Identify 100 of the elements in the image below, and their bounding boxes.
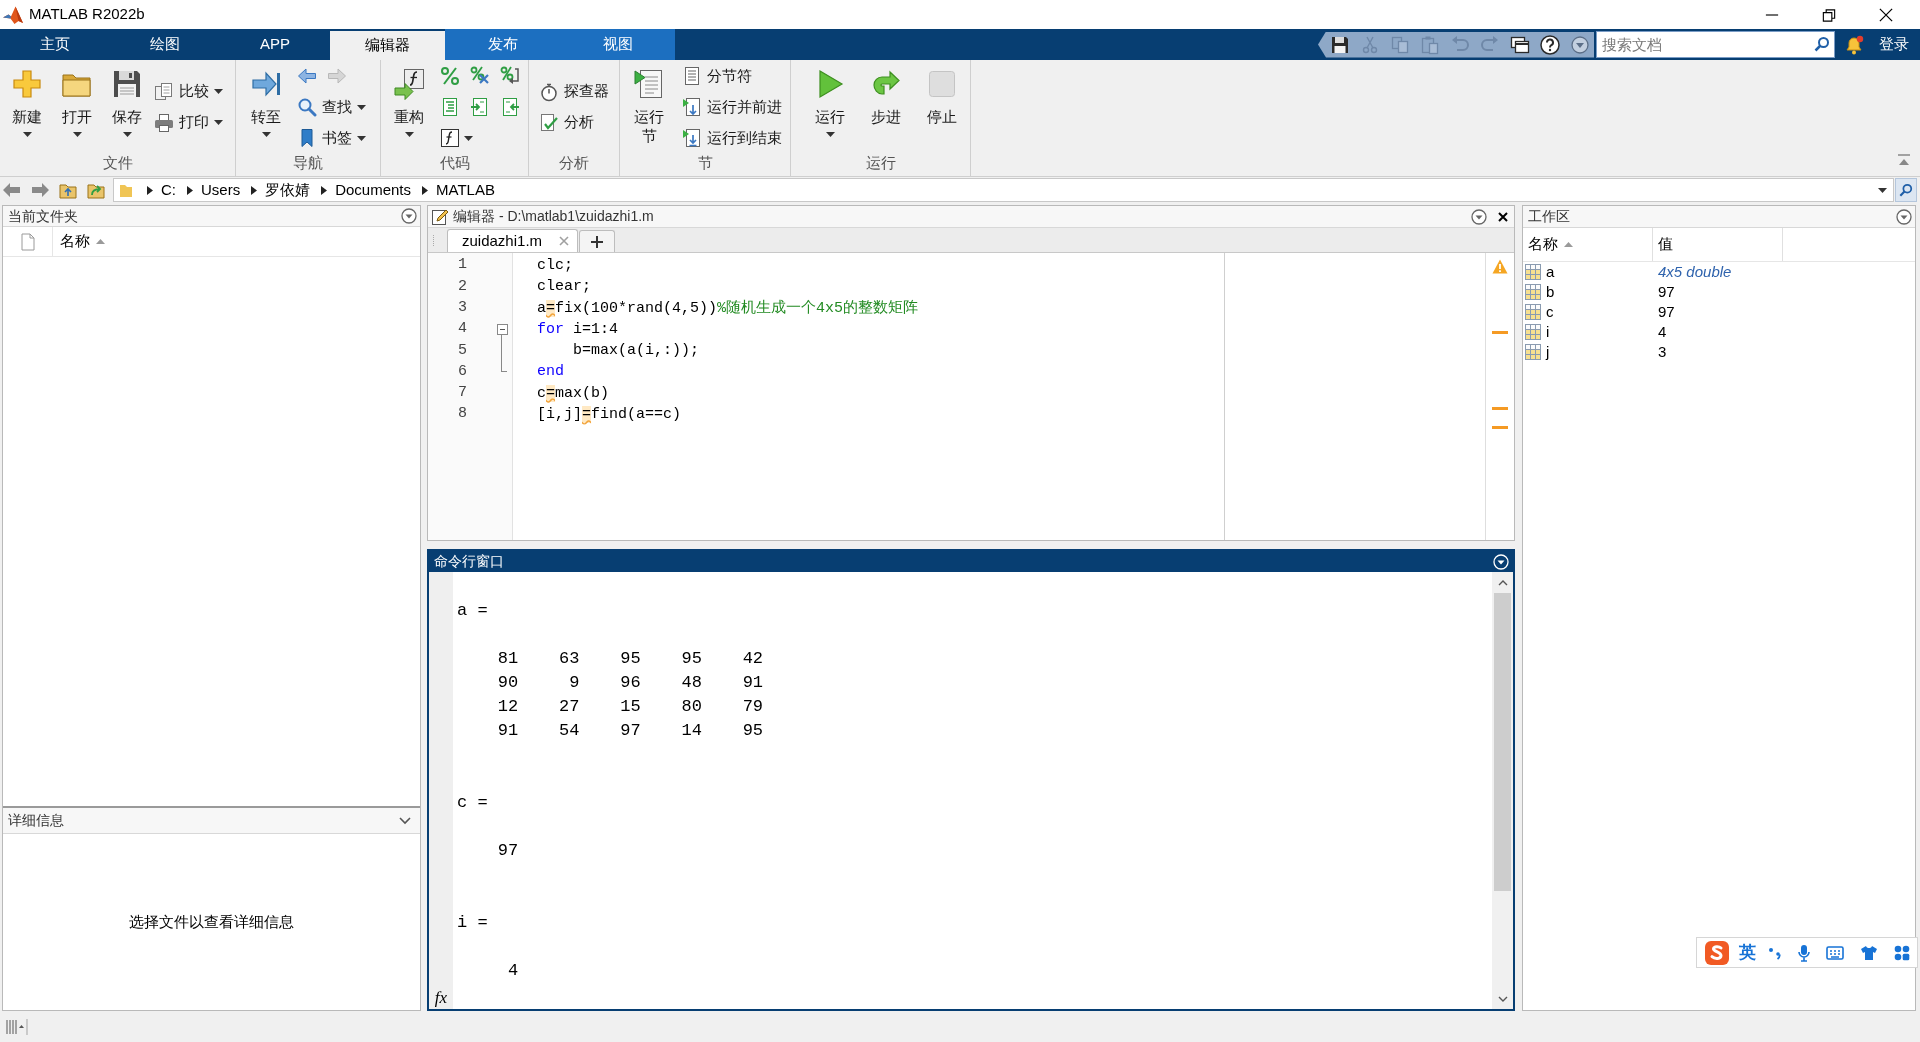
breadcrumb-item[interactable]: 罗依婧 [265, 178, 311, 202]
customize-dropdown-icon[interactable] [1570, 34, 1590, 55]
variable-grid-icon [1525, 304, 1541, 320]
code-line: clc; [537, 256, 573, 276]
close-icon[interactable] [1497, 210, 1509, 223]
sign-in-link[interactable]: 登录 [1879, 33, 1909, 56]
ribbon-tab[interactable]: 绘图 [110, 29, 220, 60]
code-line: end [537, 362, 564, 383]
function-prompt-icon[interactable]: fx [434, 988, 448, 1008]
line-number: 7 [457, 383, 467, 404]
output-label: c = [457, 792, 488, 814]
search-button[interactable] [1895, 178, 1917, 202]
increase-indent-button[interactable] [470, 95, 490, 119]
go-to-button[interactable]: 转至 [243, 62, 289, 152]
chevron-down-icon[interactable] [399, 816, 411, 825]
dropdown-icon[interactable] [401, 208, 417, 224]
ribbon-tab[interactable]: 发布 [445, 29, 560, 60]
scrollbar-thumb[interactable] [1494, 593, 1511, 891]
ribbon-tab[interactable]: 视图 [560, 29, 675, 60]
add-tab-button[interactable] [579, 230, 615, 252]
help-icon[interactable] [1540, 34, 1560, 55]
new-button[interactable]: 新建 [4, 62, 50, 152]
dropdown-icon[interactable] [1896, 208, 1912, 225]
comment-button[interactable] [440, 64, 460, 88]
decrease-indent-button[interactable] [500, 95, 520, 119]
section-break-button[interactable]: 分节符 [682, 62, 782, 90]
close-icon[interactable] [1877, 6, 1894, 23]
scroll-down-icon[interactable] [1497, 996, 1508, 1002]
save-icon[interactable] [1330, 34, 1350, 55]
panel-title: 详细信息 [8, 811, 64, 830]
ribbon-tab[interactable]: APP [220, 29, 330, 60]
variable-name: i [1546, 321, 1550, 342]
collapse-icon[interactable] [496, 323, 508, 335]
bookmark-button[interactable]: 书签 [297, 124, 366, 152]
breadcrumb-item[interactable]: Documents [335, 178, 412, 202]
plus-icon [591, 235, 603, 248]
forward-icon[interactable] [30, 180, 50, 200]
stopwatch-icon [539, 81, 559, 102]
search-icon [1899, 183, 1913, 197]
document-check-icon [539, 112, 559, 133]
variable-name: b [1546, 281, 1555, 302]
breadcrumb-item[interactable]: MATLAB [436, 178, 495, 202]
run-to-end-button[interactable]: 运行到结束 [682, 124, 782, 152]
caret-icon [1878, 187, 1887, 193]
ribbon-tab[interactable]: 主页 [0, 29, 110, 60]
search-icon[interactable] [1814, 36, 1830, 52]
document-lines-icon [682, 66, 702, 86]
restore-icon[interactable] [1820, 6, 1837, 23]
analyze-button[interactable]: 分析 [539, 108, 609, 137]
output-row-text: 90 9 96 48 91 [496, 672, 764, 694]
group-label: 节 [696, 153, 714, 173]
insert-function-button[interactable] [440, 126, 473, 150]
variable-grid-icon [1525, 264, 1541, 280]
print-button[interactable]: 打印 [154, 108, 223, 137]
smart-indent-button[interactable] [440, 95, 460, 119]
panel-title: 命令行窗口 [434, 552, 504, 571]
address-field[interactable]: C: Users 罗依婧 Documents MATLAB [113, 178, 1894, 202]
keyboard-icon[interactable] [1826, 945, 1844, 960]
refactor-button[interactable]: 重构 [386, 62, 432, 152]
open-button[interactable]: 打开 [54, 62, 100, 152]
group-label: 运行 [864, 153, 897, 173]
editor-tab[interactable]: zuidazhi1.m [447, 229, 578, 252]
breadcrumb-arrow-icon [251, 185, 258, 195]
line-number: 6 [457, 361, 467, 382]
variable-name: c [1546, 301, 1554, 322]
breadcrumb-arrow-icon [147, 185, 153, 195]
file-icon [20, 232, 35, 251]
warning-marker [1492, 407, 1508, 410]
switch-windows-icon[interactable] [1510, 34, 1530, 55]
run-and-advance-button[interactable]: 运行并前进 [682, 93, 782, 121]
ribbon-tab[interactable]: 编辑器 [330, 31, 445, 60]
panel-title: 工作区 [1528, 207, 1570, 226]
find-button[interactable]: 查找 [297, 93, 366, 121]
document-play-icon [633, 68, 665, 100]
run-section-button[interactable]: 运行节 [626, 62, 672, 152]
column-header[interactable]: 值 [1653, 228, 1783, 261]
code-line: a=fix(100*rand(4,5))%随机生成一个4x5的整数矩阵 [537, 298, 919, 319]
variable-name: j [1546, 341, 1550, 362]
column-header[interactable]: 名称 [1523, 228, 1653, 261]
collapse-ribbon-icon[interactable] [1897, 154, 1911, 166]
breadcrumb-item[interactable]: C: [161, 178, 176, 202]
profiler-button[interactable]: 探查器 [539, 77, 609, 106]
shirt-icon[interactable] [1860, 944, 1878, 961]
layout-bars-icon[interactable] [5, 1018, 29, 1035]
save-button[interactable]: 保存 [104, 62, 150, 152]
grid-icon[interactable] [1894, 944, 1910, 961]
microphone-icon[interactable] [1798, 943, 1810, 962]
dropdown-icon[interactable] [1471, 208, 1487, 225]
code-line: clear; [537, 277, 591, 298]
compare-button[interactable]: 比较 [154, 77, 223, 106]
search-field[interactable]: 搜索文档 [1596, 31, 1835, 58]
column-header[interactable]: 名称 [53, 227, 420, 256]
bell-icon[interactable] [1843, 33, 1865, 56]
step-button[interactable]: 步进 [863, 62, 909, 152]
scroll-up-icon[interactable] [1497, 580, 1508, 586]
breadcrumb-item[interactable]: Users [201, 178, 241, 202]
input-mode-button[interactable]: 英 [1739, 939, 1756, 966]
warning-marker [1492, 331, 1508, 334]
logo-icon [1705, 940, 1729, 965]
run-button[interactable]: 运行 [807, 62, 853, 152]
